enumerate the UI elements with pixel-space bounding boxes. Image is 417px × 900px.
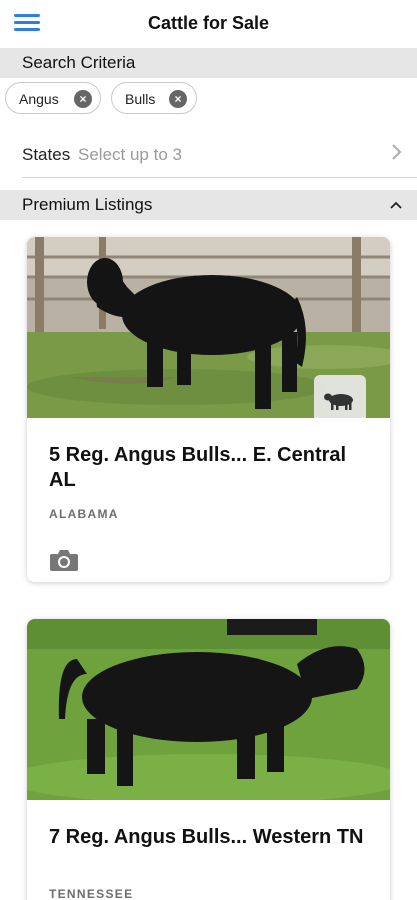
search-criteria-label: Search Criteria bbox=[22, 53, 136, 72]
page-title: Cattle for Sale bbox=[147, 13, 270, 33]
chip-bulls[interactable]: Bulls × bbox=[111, 82, 197, 114]
states-selector[interactable]: States Select up to 3 bbox=[0, 134, 417, 176]
listing-state: ALABAMA bbox=[49, 507, 119, 521]
close-circle-icon[interactable]: × bbox=[74, 90, 92, 108]
chevron-up-icon[interactable] bbox=[389, 198, 403, 212]
premium-listings-label: Premium Listings bbox=[22, 195, 153, 214]
search-criteria-header: Search Criteria bbox=[0, 48, 417, 78]
listing-card[interactable]: 5 Reg. Angus Bulls... E. Central AL ALAB… bbox=[27, 237, 390, 582]
camera-icon[interactable] bbox=[49, 548, 79, 572]
listing-photo[interactable] bbox=[27, 619, 390, 800]
listing-card[interactable]: 7 Reg. Angus Bulls... Western TN TENNESS… bbox=[27, 619, 390, 900]
chip-angus[interactable]: Angus × bbox=[5, 82, 101, 114]
listing-title[interactable]: 5 Reg. Angus Bulls... E. Central AL bbox=[49, 443, 369, 493]
states-placeholder: Select up to 3 bbox=[78, 145, 182, 164]
app-header: Cattle for Sale bbox=[0, 0, 417, 48]
premium-listings-header[interactable]: Premium Listings bbox=[0, 190, 417, 220]
chip-label: Angus bbox=[19, 91, 59, 107]
listing-photo[interactable] bbox=[27, 237, 390, 418]
close-circle-icon[interactable]: × bbox=[169, 90, 187, 108]
listing-title[interactable]: 7 Reg. Angus Bulls... Western TN bbox=[49, 825, 369, 850]
filter-chips: Angus × Bulls × bbox=[0, 80, 417, 120]
chevron-right-icon bbox=[391, 142, 403, 168]
states-label: States bbox=[22, 145, 71, 164]
chip-label: Bulls bbox=[125, 91, 156, 107]
listing-state: TENNESSEE bbox=[49, 887, 134, 900]
bull-silhouette-icon bbox=[314, 375, 366, 418]
divider bbox=[22, 177, 417, 178]
